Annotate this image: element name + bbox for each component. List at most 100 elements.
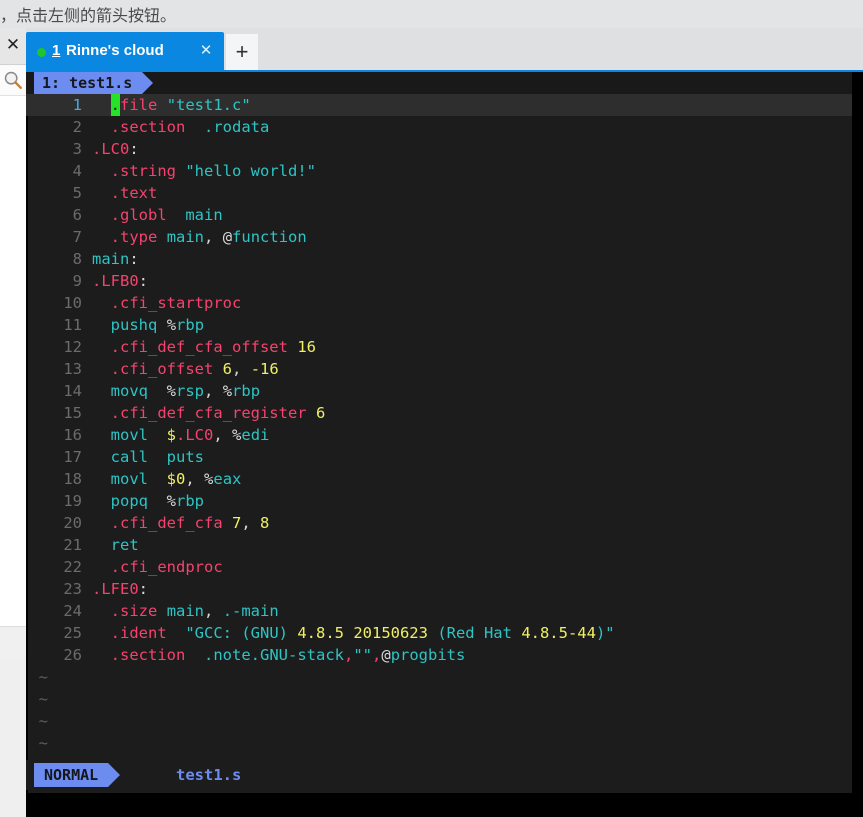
vim-tabline[interactable]: 1: test1.s — [26, 72, 852, 94]
code-token: .size — [110, 602, 158, 620]
code-token: file — [120, 96, 158, 114]
code-line[interactable]: 15 .cfi_def_cfa_register 6 — [26, 402, 852, 424]
code-token: main — [166, 228, 205, 246]
line-text: .globl main — [92, 204, 223, 226]
left-panel-search-row[interactable] — [0, 65, 26, 96]
code-line[interactable]: 12 .cfi_def_cfa_offset 16 — [26, 336, 852, 358]
code-line[interactable]: 6 .globl main — [26, 204, 852, 226]
code-token: % — [166, 492, 177, 510]
code-line[interactable]: 20 .cfi_def_cfa 7, 8 — [26, 512, 852, 534]
close-icon[interactable]: ✕ — [4, 36, 22, 54]
left-panel-scrollbar[interactable] — [0, 658, 26, 817]
line-text: .file "test1.c" — [92, 94, 251, 116]
line-text: movl $0, %eax — [92, 468, 242, 490]
vim-tab-buffer-1[interactable]: 1: test1.s — [34, 72, 143, 94]
code-line[interactable]: 2 .section .rodata — [26, 116, 852, 138]
line-text: .string "hello world!" — [92, 160, 316, 182]
code-token: "hello world!" — [185, 162, 316, 180]
code-line[interactable]: 14 movq %rsp, %rbp — [26, 380, 852, 402]
code-line[interactable]: 13 .cfi_offset 6, -16 — [26, 358, 852, 380]
code-line[interactable]: 21 ret — [26, 534, 852, 556]
code-line[interactable]: 4 .string "hello world!" — [26, 160, 852, 182]
tab-index-label: 1 — [52, 42, 61, 59]
code-line[interactable]: 26 .section .note.GNU-stack,"",@progbits — [26, 644, 852, 666]
browser-tab[interactable]: 1 Rinne's cloud ✕ — [26, 32, 224, 72]
code-line[interactable]: 8 main: — [26, 248, 852, 270]
code-token: "test1.c" — [166, 96, 251, 114]
code-token: : — [138, 580, 149, 598]
line-text: .cfi_offset 6, -16 — [92, 358, 279, 380]
line-number: 5 — [72, 184, 82, 202]
code-token: .LC0 — [92, 140, 130, 158]
line-number: 14 — [63, 382, 82, 400]
code-token: main — [166, 602, 205, 620]
left-panel-clipped-label: ud — [0, 194, 26, 211]
line-text: .cfi_def_cfa_offset 16 — [92, 336, 316, 358]
code-line[interactable]: 18 movl $0, %eax — [26, 468, 852, 490]
line-number: 6 — [72, 206, 82, 224]
code-line[interactable]: 25 .ident "GCC: (GNU) 4.8.5 20150623 (Re… — [26, 622, 852, 644]
terminal-window[interactable]: 1: test1.s 1 .file "test1.c" 2 .section .… — [26, 72, 863, 817]
code-line[interactable]: 11 pushq %rbp — [26, 314, 852, 336]
line-text: .section .rodata — [92, 116, 270, 138]
line-number: 3 — [72, 140, 82, 158]
code-token: function — [232, 228, 307, 246]
code-line[interactable]: 10 .cfi_startproc — [26, 292, 852, 314]
line-text: .text — [92, 182, 158, 204]
code-token: rbp — [232, 382, 261, 400]
line-text: .section .note.GNU-stack,"",@progbits — [92, 644, 466, 666]
code-line[interactable]: 23 .LFE0: — [26, 578, 852, 600]
code-line[interactable]: 22 .cfi_endproc — [26, 556, 852, 578]
code-line[interactable]: 5 .text — [26, 182, 852, 204]
code-token: )" — [595, 624, 615, 642]
code-token: .cfi_def_cfa_offset — [110, 338, 288, 356]
code-token: % — [232, 426, 242, 444]
vim-editor[interactable]: 1: test1.s 1 .file "test1.c" 2 .section .… — [26, 72, 852, 793]
code-line[interactable]: 19 popq %rbp — [26, 490, 852, 512]
code-token: main — [185, 206, 223, 224]
tab-close-icon[interactable]: ✕ — [198, 43, 214, 59]
line-text: ret — [92, 534, 139, 556]
tilde-marker: ~ — [38, 668, 48, 686]
instruction-text: ，点击左侧的箭头按钮。 — [0, 6, 177, 25]
tab-status-dot — [37, 48, 46, 57]
code-token: .LC0 — [176, 426, 214, 444]
code-line[interactable]: 7 .type main, @function — [26, 226, 852, 248]
code-token: rbp — [176, 316, 205, 334]
line-number: 7 — [72, 228, 82, 246]
code-token: movq — [110, 382, 148, 400]
code-token: $ — [166, 426, 177, 444]
code-line[interactable]: 16 movl $.LC0, %edi — [26, 424, 852, 446]
code-line[interactable]: 3 .LC0: — [26, 138, 852, 160]
new-tab-button[interactable]: + — [226, 34, 258, 72]
code-line[interactable]: 17 call puts — [26, 446, 852, 468]
code-token: .note.GNU-stack — [204, 646, 344, 664]
code-token: , — [372, 646, 382, 664]
code-token: 6 — [315, 404, 326, 422]
line-text: .size main, .-main — [92, 600, 279, 622]
code-line[interactable]: 1 .file "test1.c" — [26, 94, 852, 116]
code-token: call — [110, 448, 148, 466]
line-number: 19 — [63, 492, 82, 510]
code-buffer[interactable]: 1 .file "test1.c" 2 .section .rodata 3 .LC0… — [26, 94, 852, 754]
code-token: : — [138, 272, 149, 290]
search-icon[interactable] — [2, 69, 24, 91]
code-token: .ident — [110, 624, 167, 642]
line-text: main: — [92, 248, 139, 270]
code-line[interactable]: 9 .LFB0: — [26, 270, 852, 292]
line-number: 1 — [72, 96, 82, 114]
code-line[interactable]: 24 .size main, .-main — [26, 600, 852, 622]
line-text: .LC0: — [92, 138, 139, 160]
code-token: ret — [110, 536, 139, 554]
text-cursor: . — [110, 94, 121, 116]
vim-statusline: NORMAL test1.s — [26, 760, 852, 790]
code-token: , — [241, 514, 261, 532]
line-number: 26 — [63, 646, 82, 664]
code-token: % — [222, 382, 233, 400]
